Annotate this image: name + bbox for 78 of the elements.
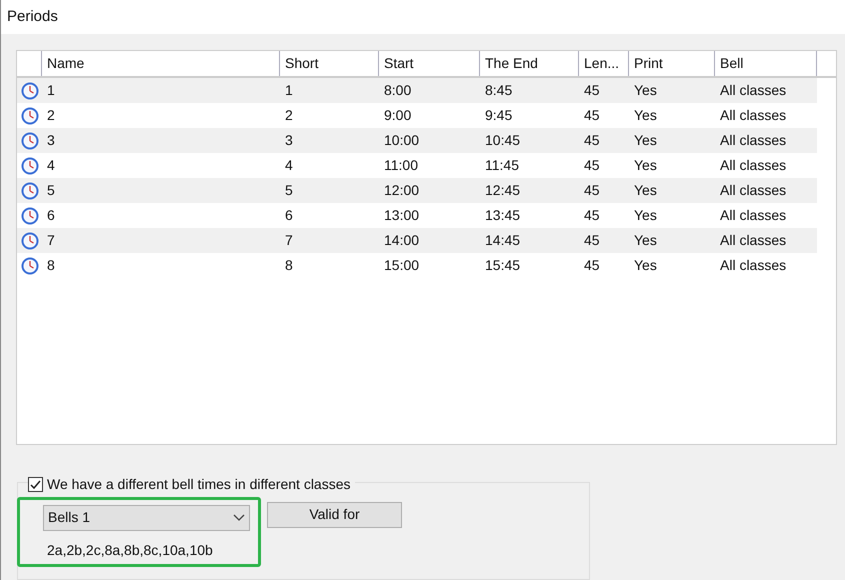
table-cell-text: 6 xyxy=(284,206,294,225)
table-cell-text: All classes xyxy=(719,131,788,150)
classes-list: 2a,2b,2c,8a,8b,8c,10a,10b xyxy=(43,540,258,561)
table-cell-text: Yes xyxy=(633,181,658,200)
table-cell-text: 7 xyxy=(46,231,56,250)
table-cell-text: 12:45 xyxy=(484,181,522,200)
table-cell-text: 45 xyxy=(583,156,601,175)
table-cell-text: Yes xyxy=(633,106,658,125)
checkbox-label: We have a different bell times in different classes xyxy=(47,474,350,494)
table-cell-text: 9:45 xyxy=(484,106,514,125)
table-cell-text: Yes xyxy=(633,156,658,175)
table-cell-text: 7 xyxy=(284,231,294,250)
table-cell-text: All classes xyxy=(719,231,788,250)
table-cell-text: 3 xyxy=(46,131,56,150)
column-header[interactable]: Start xyxy=(379,51,480,76)
table-cell-text: 9:00 xyxy=(383,106,412,125)
table-cell-text: 10:00 xyxy=(383,131,420,150)
clock-icon xyxy=(20,156,38,174)
column-header[interactable]: Name xyxy=(42,51,280,76)
column-header[interactable]: The End xyxy=(480,51,579,76)
table-cell-text: All classes xyxy=(719,81,788,100)
table-cell-text: 45 xyxy=(583,231,601,250)
table-cell-text: 5 xyxy=(284,181,294,200)
table-cell-text: 13:00 xyxy=(383,206,420,225)
table-cell-text: Yes xyxy=(633,231,658,250)
table-cell-text: 2 xyxy=(284,106,294,125)
column-header[interactable]: Short xyxy=(280,51,379,76)
table-cell-text: 14:00 xyxy=(383,231,420,250)
table-cell-text: 8 xyxy=(46,256,56,275)
table-cell-text: 8 xyxy=(284,256,294,275)
column-header[interactable]: Print xyxy=(629,51,715,76)
table-cell-text: 5 xyxy=(46,181,56,200)
table-cell-text: 15:45 xyxy=(484,256,522,275)
clock-icon xyxy=(20,206,38,224)
table-cell-text: 45 xyxy=(583,131,601,150)
table-cell-text: Yes xyxy=(633,256,658,275)
clock-icon xyxy=(20,82,38,100)
table-cell-text: Yes xyxy=(633,81,658,100)
table-cell-text: 8:00 xyxy=(383,81,412,100)
table-cell-text: 45 xyxy=(583,256,601,275)
table-cell-text: 4 xyxy=(284,156,294,175)
column-header[interactable]: Bell xyxy=(715,51,817,76)
bells-dropdown[interactable]: Bells 1 xyxy=(43,504,250,531)
table-cell-text: 1 xyxy=(284,81,294,100)
table-cell-text: 10:45 xyxy=(484,131,522,150)
table-cell-text: 8:45 xyxy=(484,81,514,100)
table-cell-text: Yes xyxy=(633,131,658,150)
table-cell-text: 11:45 xyxy=(484,156,520,175)
clock-icon xyxy=(20,106,38,124)
table-cell-text: 4 xyxy=(46,156,56,175)
table-cell-text: 15:00 xyxy=(383,256,420,275)
table-cell-text: All classes xyxy=(719,106,788,125)
valid-for-button[interactable]: Valid for xyxy=(267,502,402,528)
table-cell-text: 12:00 xyxy=(383,181,420,200)
table-cell-text: All classes xyxy=(719,256,788,275)
table-cell-text: All classes xyxy=(719,181,788,200)
table-cell-text: 6 xyxy=(46,206,56,225)
table-cell-text: 2 xyxy=(46,106,56,125)
table-cell-text: 1 xyxy=(46,81,56,100)
table-cell-text: 45 xyxy=(583,106,601,125)
table-cell-text: 13:45 xyxy=(484,206,522,225)
checkbox[interactable] xyxy=(28,476,43,492)
table-cell-text: All classes xyxy=(719,206,788,225)
clock-icon xyxy=(20,182,38,200)
clock-icon xyxy=(20,132,38,150)
table-cell-text: All classes xyxy=(719,156,788,175)
table-cell-text: 45 xyxy=(583,181,601,200)
clock-icon xyxy=(20,232,38,250)
table-cell-text: 3 xyxy=(284,131,294,150)
column-header[interactable]: Len... xyxy=(579,51,629,76)
clock-icon xyxy=(20,256,38,274)
window-title: Periods xyxy=(1,0,845,34)
table-cell-text: 11:00 xyxy=(383,156,419,175)
chevron-down-icon xyxy=(233,514,245,522)
table-cell-text: Yes xyxy=(633,206,658,225)
table-cell-text: 45 xyxy=(583,81,601,100)
table-cell-text: 14:45 xyxy=(484,231,522,250)
table-cell-text: 45 xyxy=(583,206,601,225)
